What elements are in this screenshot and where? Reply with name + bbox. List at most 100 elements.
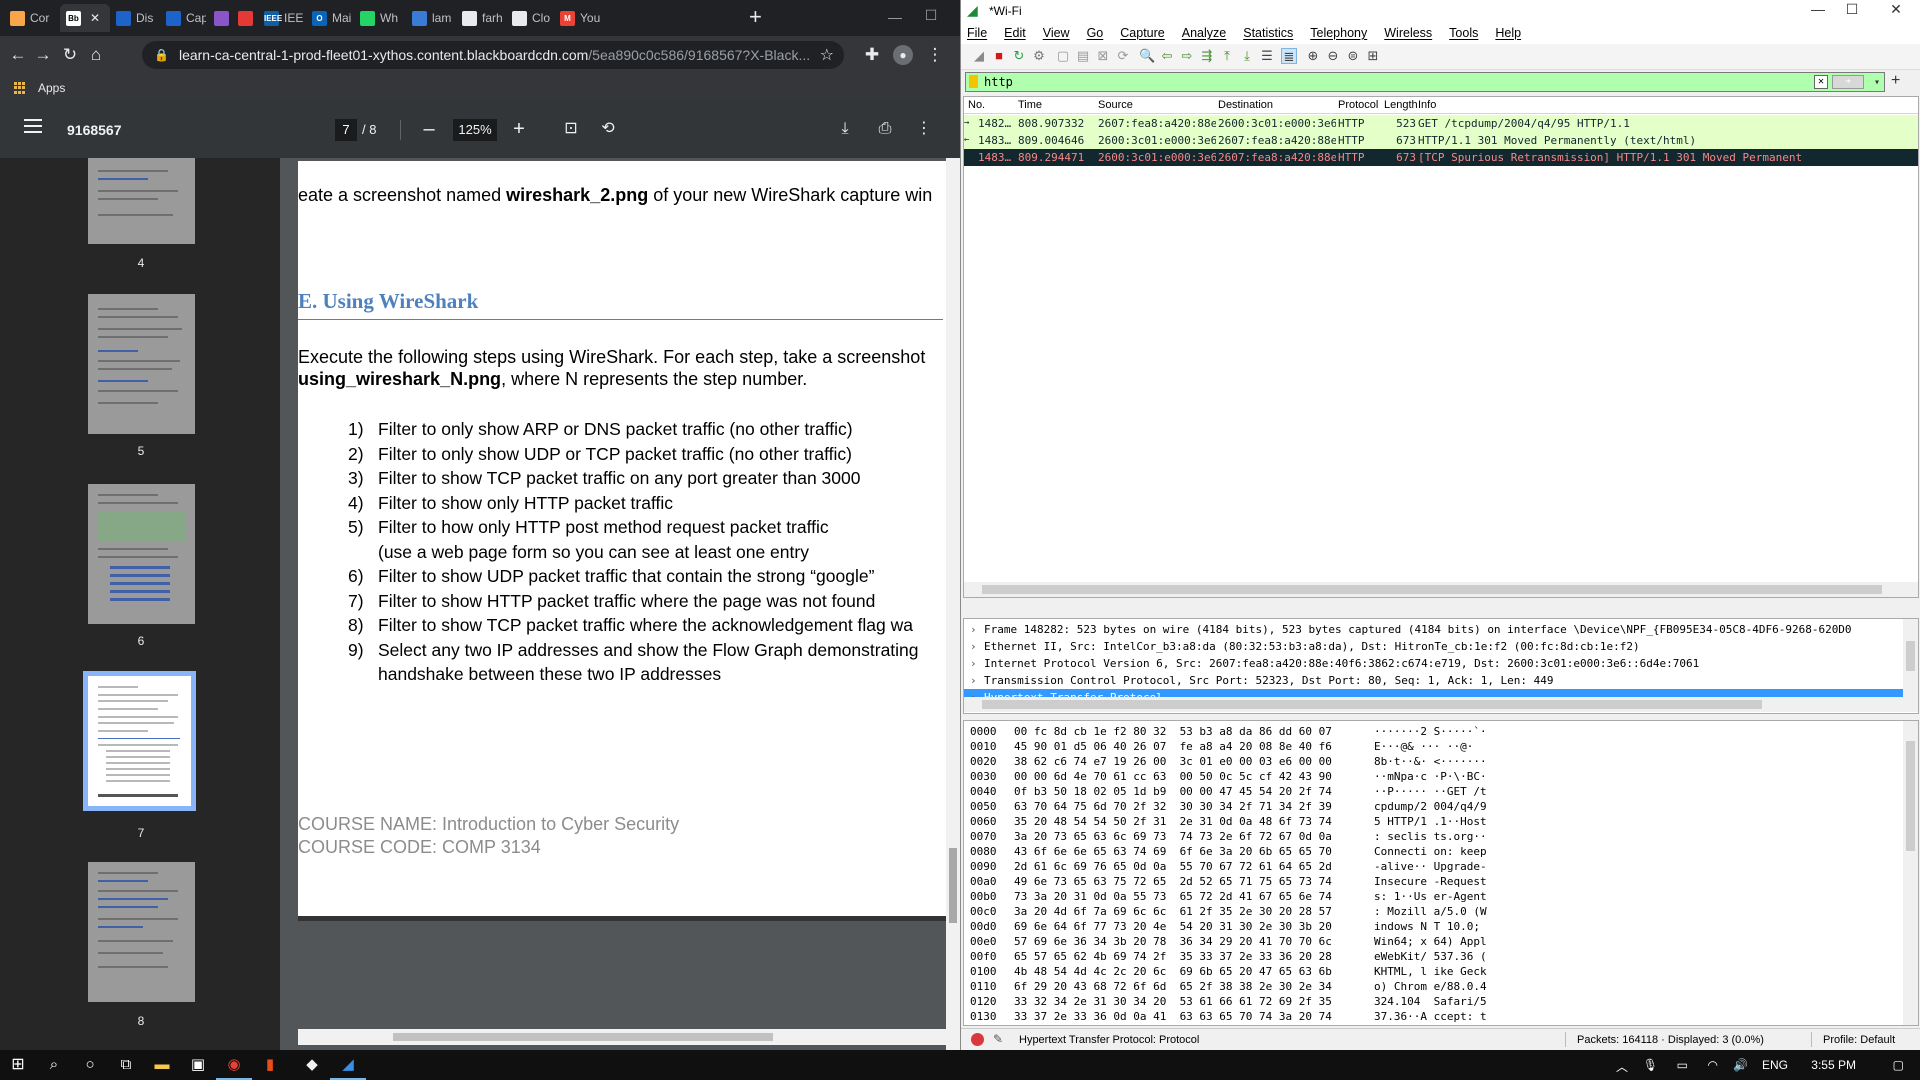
- capture-options-icon[interactable]: ⚙: [1031, 48, 1047, 64]
- apps-bookmark[interactable]: Apps: [38, 81, 65, 95]
- hex-dump-row[interactable]: 00b0 73 3a 20 31 0d 0a 55 73 65 72 2d 41 …: [970, 889, 1530, 904]
- battery-icon[interactable]: ▭: [1677, 1058, 1688, 1072]
- pdf-sidebar-menu-icon[interactable]: [24, 119, 42, 133]
- pdf-horizontal-scrollbar[interactable]: [298, 1029, 946, 1045]
- zoom-out-icon[interactable]: –: [419, 118, 439, 140]
- page-thumbnail-6[interactable]: [88, 484, 195, 624]
- add-filter-button-icon[interactable]: +: [1891, 72, 1900, 90]
- menu-item-wireless[interactable]: Wireless: [1384, 26, 1432, 40]
- windows-start-icon[interactable]: ⊞: [8, 1055, 28, 1075]
- pdf-more-icon[interactable]: ⋮: [914, 119, 934, 139]
- task-view-icon[interactable]: ⧉: [116, 1055, 136, 1075]
- hex-dump-row[interactable]: 0080 43 6f 6e 6e 65 63 74 69 6f 6e 3a 20 …: [970, 844, 1530, 859]
- packet-row[interactable]: ← 1483… 809.004646 2600:3c01:e000:3e6:…2607…: [964, 132, 1918, 149]
- packet-row[interactable]: → 1482… 808.907332 2607:fea8:a420:88e:…2600…: [964, 115, 1918, 132]
- menu-item-go[interactable]: Go: [1087, 26, 1104, 40]
- browser-tab[interactable]: Clo: [506, 4, 552, 32]
- back-icon[interactable]: ←: [8, 45, 28, 65]
- resize-columns-icon[interactable]: ⊞: [1365, 48, 1381, 64]
- expert-info-icon[interactable]: [971, 1033, 984, 1046]
- hex-dump-row[interactable]: 00c0 3a 20 4d 6f 7a 69 6c 6c 61 2f 35 2e …: [970, 904, 1530, 919]
- close-file-icon[interactable]: ⊠: [1095, 48, 1111, 64]
- microphone-icon[interactable]: 🎙: [1643, 1058, 1658, 1072]
- new-tab-button[interactable]: +: [749, 5, 762, 29]
- address-bar[interactable]: 🔒 learn-ca-central-1-prod-fleet01-xythos…: [142, 41, 844, 69]
- extensions-icon[interactable]: ✚: [862, 45, 882, 65]
- browser-tab[interactable]: lam: [406, 4, 454, 32]
- hex-dump-row[interactable]: 00e0 57 69 6e 36 34 3b 20 78 36 34 29 20 …: [970, 934, 1530, 949]
- menu-item-tools[interactable]: Tools: [1449, 26, 1478, 40]
- colorize-icon[interactable]: ≣: [1281, 48, 1297, 64]
- chrome-taskbar-icon[interactable]: ◉: [224, 1055, 244, 1075]
- wifi-icon[interactable]: ◠: [1708, 1058, 1718, 1072]
- bookmark-star-icon[interactable]: ☆: [820, 45, 834, 65]
- language-indicator[interactable]: ENG: [1762, 1058, 1788, 1072]
- filter-bookmark-icon[interactable]: [969, 75, 978, 88]
- display-filter-input[interactable]: http ✕ ➜ ▾: [965, 72, 1885, 92]
- zoom-in-icon[interactable]: +: [509, 118, 529, 140]
- shark-fin-start-icon[interactable]: ◢: [971, 48, 987, 64]
- expand-arrow-icon[interactable]: ›: [970, 621, 984, 638]
- browser-tab[interactable]: [232, 4, 256, 32]
- stop-capture-icon[interactable]: ■: [991, 48, 1007, 64]
- search-icon[interactable]: ⌕: [44, 1055, 64, 1075]
- column-header[interactable]: Length: [1384, 99, 1418, 111]
- page-thumbnail-8[interactable]: [88, 862, 195, 1002]
- hex-dump-row[interactable]: 0040 0f b3 50 18 02 05 1d b9 00 00 47 45 …: [970, 784, 1530, 799]
- first-packet-icon[interactable]: ⤒: [1219, 48, 1235, 64]
- print-icon[interactable]: ⎙: [875, 119, 895, 139]
- expand-arrow-icon[interactable]: ›: [970, 638, 984, 655]
- hex-dump-row[interactable]: 0050 63 70 64 75 6d 70 2f 32 30 30 34 2f …: [970, 799, 1530, 814]
- browser-tab[interactable]: O Mai: [306, 4, 352, 32]
- menu-item-telephony[interactable]: Telephony: [1310, 26, 1367, 40]
- profile-avatar[interactable]: ●: [893, 45, 913, 65]
- minimize-icon[interactable]: —: [880, 8, 910, 26]
- column-header[interactable]: Info: [1418, 99, 1436, 111]
- clock[interactable]: 3:55 PM: [1811, 1058, 1856, 1072]
- notifications-icon[interactable]: ▢: [1893, 1058, 1904, 1072]
- browser-tab[interactable]: Bb ✕: [60, 4, 110, 32]
- last-packet-icon[interactable]: ⤓: [1239, 48, 1255, 64]
- details-vertical-scrollbar[interactable]: [1903, 619, 1918, 697]
- hex-dump-row[interactable]: 0090 2d 61 6c 69 76 65 0d 0a 55 70 67 72 …: [970, 859, 1530, 874]
- volume-icon[interactable]: 🔊: [1733, 1058, 1748, 1072]
- go-back-icon[interactable]: ⇦: [1159, 48, 1175, 64]
- cortana-icon[interactable]: ○: [80, 1055, 100, 1075]
- pdf-vertical-scrollbar[interactable]: [946, 158, 960, 1050]
- capture-comment-icon[interactable]: ✎: [993, 1032, 1003, 1046]
- packet-list-scrollbar[interactable]: [964, 582, 1918, 597]
- autoscroll-icon[interactable]: ☰: [1259, 48, 1275, 64]
- column-header[interactable]: Source: [1098, 99, 1133, 111]
- wireshark-taskbar-icon[interactable]: ◢: [338, 1055, 358, 1075]
- reload-file-icon[interactable]: ⟳: [1115, 48, 1131, 64]
- detail-tree-item[interactable]: › Internet Protocol Version 6, Src: 2607:…: [970, 655, 1699, 672]
- browser-tab[interactable]: farh: [456, 4, 504, 32]
- hex-dump-row[interactable]: 00d0 69 6e 64 6f 77 73 20 4e 54 20 31 30 …: [970, 919, 1530, 934]
- page-thumbnail-5[interactable]: [88, 294, 195, 434]
- bytes-scrollbar[interactable]: [1903, 721, 1918, 1025]
- hex-dump-row[interactable]: 0030 00 00 6d 4e 70 61 cc 63 00 50 0c 5c …: [970, 769, 1530, 784]
- menu-item-capture[interactable]: Capture: [1120, 26, 1164, 40]
- hex-dump-row[interactable]: 0070 3a 20 73 65 63 6c 69 73 74 73 2e 6f …: [970, 829, 1530, 844]
- menu-item-analyze[interactable]: Analyze: [1182, 26, 1226, 40]
- browser-tab[interactable]: M You: [554, 4, 604, 32]
- tray-expand-icon[interactable]: ︿: [1616, 1058, 1628, 1075]
- home-icon[interactable]: ⌂: [86, 45, 106, 65]
- fit-page-icon[interactable]: ⊡: [561, 119, 581, 139]
- restart-capture-icon[interactable]: ↻: [1011, 48, 1027, 64]
- expand-arrow-icon[interactable]: ›: [970, 655, 984, 672]
- hex-dump-row[interactable]: 0010 45 90 01 d5 06 40 26 07 fe a8 a4 20 …: [970, 739, 1530, 754]
- profile-label[interactable]: Profile: Default: [1823, 1034, 1895, 1046]
- menu-item-statistics[interactable]: Statistics: [1243, 26, 1293, 40]
- menu-item-help[interactable]: Help: [1495, 26, 1521, 40]
- browser-tab[interactable]: Dis: [110, 4, 158, 32]
- hex-dump-row[interactable]: 00f0 65 57 65 62 4b 69 74 2f 35 33 37 2e …: [970, 949, 1530, 964]
- clear-filter-icon[interactable]: ✕: [1814, 75, 1828, 89]
- hex-dump-row[interactable]: 00a0 49 6e 73 65 63 75 72 65 2d 52 65 71 …: [970, 874, 1530, 889]
- zoom-in-icon[interactable]: ⊕: [1305, 48, 1321, 64]
- store-icon[interactable]: ▣: [188, 1055, 208, 1075]
- zoom-out-icon[interactable]: ⊖: [1325, 48, 1341, 64]
- browser-tab[interactable]: IEEEIEEE: [258, 4, 304, 32]
- menu-item-file[interactable]: File: [967, 26, 987, 40]
- column-header[interactable]: No.: [968, 99, 985, 111]
